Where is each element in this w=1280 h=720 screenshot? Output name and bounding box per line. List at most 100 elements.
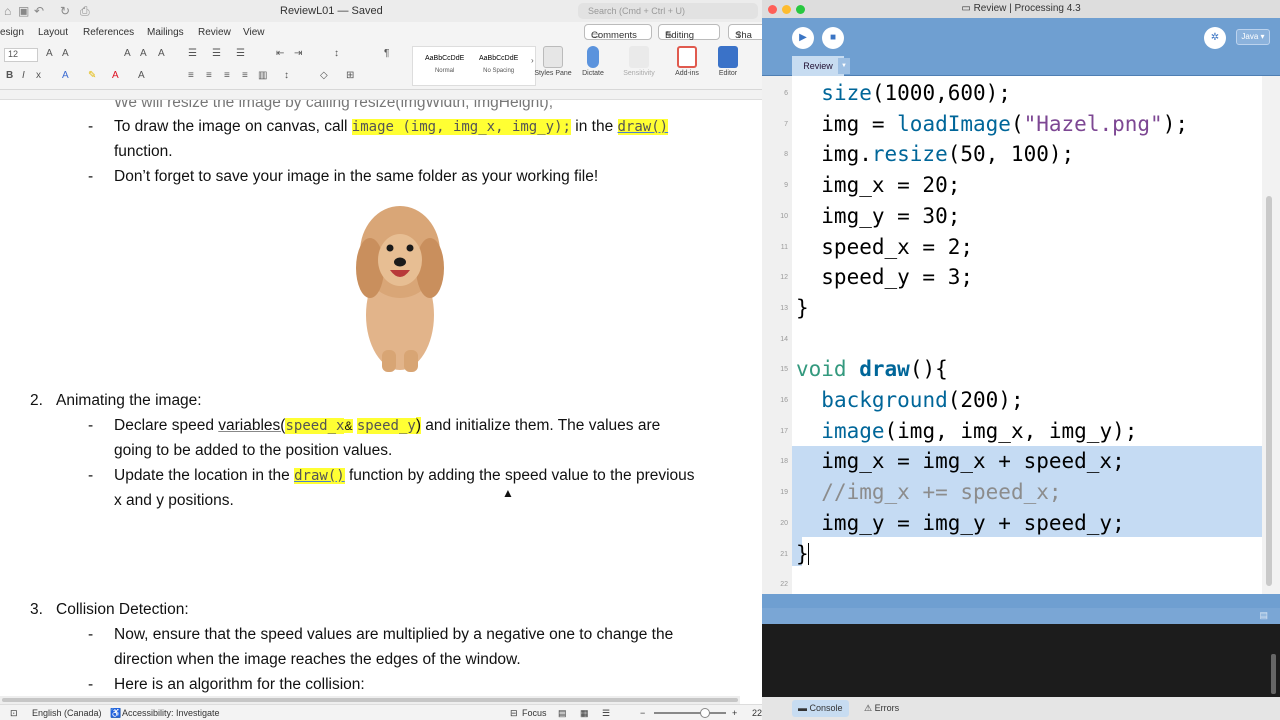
font-color-icon[interactable]: A [62, 70, 69, 81]
tab-design[interactable]: esign [0, 27, 24, 38]
tab-references[interactable]: References [83, 27, 134, 38]
zoom-in-icon[interactable]: + [732, 708, 737, 718]
save-icon[interactable]: ▣ [18, 4, 29, 18]
tab-layout[interactable]: Layout [38, 27, 68, 38]
justify-icon[interactable]: ≡ [242, 70, 248, 81]
run-button[interactable]: ▶ [792, 27, 814, 49]
align-right-icon[interactable]: ≡ [224, 70, 230, 81]
search-box[interactable]: Search (Cmd + Ctrl + U) [578, 3, 758, 19]
accessibility-status[interactable]: Accessibility: Investigate [122, 708, 220, 718]
web-layout-icon[interactable]: ▦ [580, 708, 589, 719]
code-line[interactable]: img.resize(50, 100); [796, 139, 1074, 169]
code-line[interactable]: img = loadImage("Hazel.png"); [796, 109, 1188, 139]
code-line[interactable]: background(200); [796, 385, 1023, 415]
redo-icon[interactable]: ↻ [60, 4, 70, 18]
zoom-slider-thumb[interactable] [700, 708, 710, 718]
zoom-level[interactable]: 22 [752, 708, 762, 718]
code-line[interactable]: image(img, img_x, img_y); [796, 416, 1137, 446]
scroll-thumb[interactable] [2, 698, 738, 702]
read-mode-icon[interactable]: ☰ [602, 708, 610, 719]
mode-select[interactable]: Java ▾ [1236, 29, 1270, 45]
bullets-icon[interactable]: ☰ [188, 48, 197, 59]
italic-icon[interactable]: I [22, 70, 25, 81]
focus-button[interactable]: Focus [522, 708, 547, 718]
scroll-thumb[interactable] [1266, 196, 1272, 586]
text-color-icon[interactable]: A [112, 70, 119, 81]
text-effects-icon[interactable]: A [158, 48, 165, 59]
zoom-window-icon[interactable] [796, 5, 805, 14]
spell-check-icon[interactable]: ⊡ [10, 708, 18, 719]
code-line[interactable]: } [796, 293, 809, 323]
code-line[interactable]: img_y = 30; [796, 201, 960, 231]
sort-icon[interactable]: ↕ [334, 48, 339, 59]
subscript-icon[interactable]: x [36, 70, 41, 81]
document-page[interactable]: We will resize the image by calling resi… [0, 100, 764, 696]
tab-review[interactable]: Review [198, 27, 231, 38]
bold-icon[interactable]: B [6, 70, 13, 81]
code-line[interactable]: //img_x += speed_x; [796, 477, 1061, 507]
debugger-button[interactable]: ✲ [1204, 27, 1226, 49]
code-line[interactable]: size(1000,600); [796, 78, 1011, 108]
borders-icon[interactable]: ⊞ [346, 70, 354, 81]
style-normal[interactable]: AaBbCcDdE Normal [425, 55, 464, 74]
increase-font-icon[interactable]: A [46, 48, 53, 59]
minimize-window-icon[interactable] [782, 5, 791, 14]
horizontal-scrollbar[interactable] [0, 696, 740, 704]
code-line[interactable]: } [796, 539, 809, 569]
code-line[interactable]: img_x = img_x + speed_x; [796, 446, 1124, 476]
editor-button[interactable]: Editor [706, 46, 750, 77]
tab-mailings[interactable]: Mailings [147, 27, 184, 38]
zoom-slider[interactable] [654, 712, 726, 714]
console-output[interactable] [762, 624, 1280, 697]
increase-indent-icon[interactable]: ⇥ [294, 48, 302, 59]
columns-icon[interactable]: ▥ [258, 70, 267, 81]
dictate-button[interactable]: Dictate [571, 46, 615, 77]
comments-button[interactable]: ▭ Comments [584, 24, 652, 41]
errors-tab[interactable]: ⚠ Errors [858, 700, 905, 717]
undo-icon[interactable]: ↶ [34, 4, 44, 18]
stop-button[interactable]: ■ [822, 27, 844, 49]
tab-menu-icon[interactable]: ▼ [838, 58, 850, 74]
sensitivity-button[interactable]: Sensitivity [617, 46, 661, 77]
editor-console-divider[interactable] [762, 594, 1280, 608]
language-status[interactable]: English (Canada) [32, 708, 102, 718]
print-icon[interactable]: ⎙ [80, 4, 90, 19]
tab-view[interactable]: View [243, 27, 265, 38]
code-line[interactable]: speed_x = 2; [796, 232, 973, 262]
editing-button[interactable]: ✎ Editing [658, 24, 720, 41]
ruler[interactable] [0, 90, 764, 100]
code-line[interactable]: void draw(){ [796, 354, 948, 384]
copy-icon[interactable]: ▤ [1259, 610, 1268, 621]
styles-pane-button[interactable]: Styles Pane [531, 46, 575, 77]
code-line[interactable]: speed_y = 3; [796, 262, 973, 292]
console-scrollbar[interactable] [1271, 654, 1276, 694]
decrease-indent-icon[interactable]: ⇤ [276, 48, 284, 59]
shading-icon[interactable]: ◇ [320, 70, 328, 81]
close-window-icon[interactable] [768, 5, 777, 14]
share-button[interactable]: ⇪ Sha [728, 24, 764, 41]
zoom-out-icon[interactable]: − [640, 708, 645, 718]
dog-image[interactable] [350, 200, 450, 375]
multilevel-icon[interactable]: ☰ [236, 48, 245, 59]
line-spacing-icon[interactable]: ↕ [284, 70, 289, 81]
decrease-font-icon[interactable]: A [62, 48, 69, 59]
console-tab[interactable]: ▬ Console [792, 700, 849, 717]
code-line[interactable]: img_x = 20; [796, 170, 960, 200]
clear-format-icon[interactable]: A [124, 48, 131, 59]
print-layout-icon[interactable]: ▤ [558, 708, 567, 719]
home-icon[interactable]: ⌂ [4, 4, 11, 18]
numbering-icon[interactable]: ☰ [212, 48, 221, 59]
document-title[interactable]: ReviewL01 — Saved [280, 5, 383, 17]
style-no-spacing[interactable]: AaBbCcDdE No Spacing [479, 55, 518, 74]
align-left-icon[interactable]: ≡ [188, 70, 194, 81]
addins-button[interactable]: Add-ins [665, 46, 709, 77]
change-case-icon[interactable]: A [140, 48, 147, 59]
pilcrow-icon[interactable]: ¶ [384, 48, 389, 59]
align-center-icon[interactable]: ≡ [206, 70, 212, 81]
highlight-icon[interactable]: ✎ [88, 70, 96, 81]
code-line[interactable]: img_y = img_y + speed_y; [796, 508, 1124, 538]
font-size-select[interactable]: 12 [4, 48, 38, 62]
char-shading-icon[interactable]: A [138, 70, 145, 81]
code-editor[interactable]: size(1000,600); img = loadImage("Hazel.p… [792, 76, 1262, 594]
editor-vertical-scrollbar[interactable] [1262, 76, 1280, 594]
